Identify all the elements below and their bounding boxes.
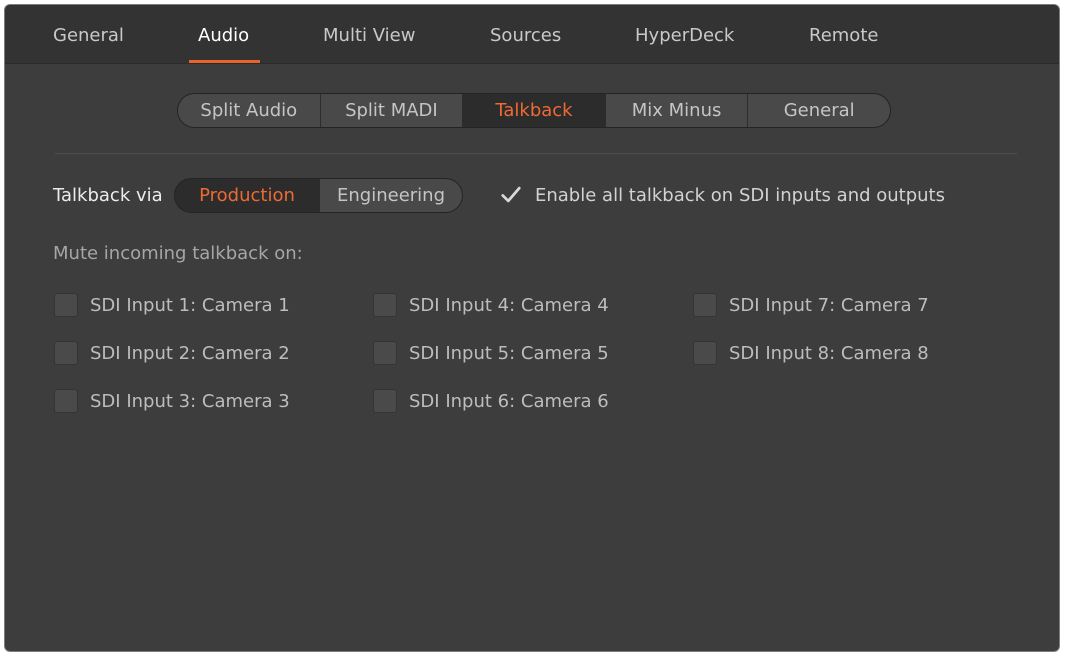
tab-hyperdeck[interactable]: HyperDeck xyxy=(635,25,734,46)
section-divider xyxy=(55,153,1017,154)
mute-sdi-input-1-checkbox[interactable]: SDI Input 1: Camera 1 xyxy=(54,293,290,317)
mute-sdi-input-8-checkbox[interactable]: SDI Input 8: Camera 8 xyxy=(693,341,929,365)
subtab-general[interactable]: General xyxy=(747,94,890,127)
mute-sdi-input-4-checkbox[interactable]: SDI Input 4: Camera 4 xyxy=(373,293,609,317)
mute-sdi-input-7-label: SDI Input 7: Camera 7 xyxy=(729,294,929,316)
mute-sdi-input-4-label: SDI Input 4: Camera 4 xyxy=(409,294,609,316)
checkbox-box xyxy=(693,293,717,317)
tab-remote[interactable]: Remote xyxy=(809,25,878,46)
mute-sdi-input-1-label: SDI Input 1: Camera 1 xyxy=(90,294,290,316)
subtab-split-madi[interactable]: Split MADI xyxy=(319,94,463,127)
checkmark-icon xyxy=(499,183,523,207)
talkback-via-engineering[interactable]: Engineering xyxy=(319,179,462,212)
enable-all-talkback-label: Enable all talkback on SDI inputs and ou… xyxy=(535,184,945,206)
mute-sdi-input-2-checkbox[interactable]: SDI Input 2: Camera 2 xyxy=(54,341,290,365)
top-tab-bar: General Audio Multi View Sources HyperDe… xyxy=(5,5,1059,64)
mute-sdi-input-5-checkbox[interactable]: SDI Input 5: Camera 5 xyxy=(373,341,609,365)
tab-audio[interactable]: Audio xyxy=(198,25,249,46)
subtab-mix-minus[interactable]: Mix Minus xyxy=(604,94,748,127)
audio-subtab-bar: Split Audio Split MADI Talkback Mix Minu… xyxy=(177,93,891,128)
checkbox-box xyxy=(373,293,397,317)
settings-window: General Audio Multi View Sources HyperDe… xyxy=(4,4,1060,652)
mute-sdi-input-7-checkbox[interactable]: SDI Input 7: Camera 7 xyxy=(693,293,929,317)
subtab-split-audio[interactable]: Split Audio xyxy=(178,94,320,127)
mute-sdi-input-5-label: SDI Input 5: Camera 5 xyxy=(409,342,609,364)
talkback-via-toggle: Production Engineering xyxy=(174,178,463,213)
mute-sdi-input-3-label: SDI Input 3: Camera 3 xyxy=(90,390,290,412)
mute-sdi-input-8-label: SDI Input 8: Camera 8 xyxy=(729,342,929,364)
mute-sdi-input-6-label: SDI Input 6: Camera 6 xyxy=(409,390,609,412)
active-tab-indicator xyxy=(189,60,260,63)
tab-sources[interactable]: Sources xyxy=(490,25,561,46)
checkbox-box xyxy=(54,341,78,365)
mute-section-title: Mute incoming talkback on: xyxy=(53,243,303,264)
subtab-talkback[interactable]: Talkback xyxy=(462,94,605,127)
checkbox-box xyxy=(373,389,397,413)
mute-sdi-input-3-checkbox[interactable]: SDI Input 3: Camera 3 xyxy=(54,389,290,413)
tab-multi-view[interactable]: Multi View xyxy=(323,25,415,46)
mute-sdi-input-6-checkbox[interactable]: SDI Input 6: Camera 6 xyxy=(373,389,609,413)
checkbox-box xyxy=(373,341,397,365)
checkbox-box xyxy=(693,341,717,365)
checkbox-box xyxy=(54,293,78,317)
tab-general[interactable]: General xyxy=(53,25,124,46)
checkbox-box xyxy=(54,389,78,413)
mute-sdi-input-2-label: SDI Input 2: Camera 2 xyxy=(90,342,290,364)
enable-all-talkback-checkbox[interactable]: Enable all talkback on SDI inputs and ou… xyxy=(499,183,945,207)
talkback-via-label: Talkback via xyxy=(53,185,163,206)
talkback-via-production[interactable]: Production xyxy=(175,179,319,212)
